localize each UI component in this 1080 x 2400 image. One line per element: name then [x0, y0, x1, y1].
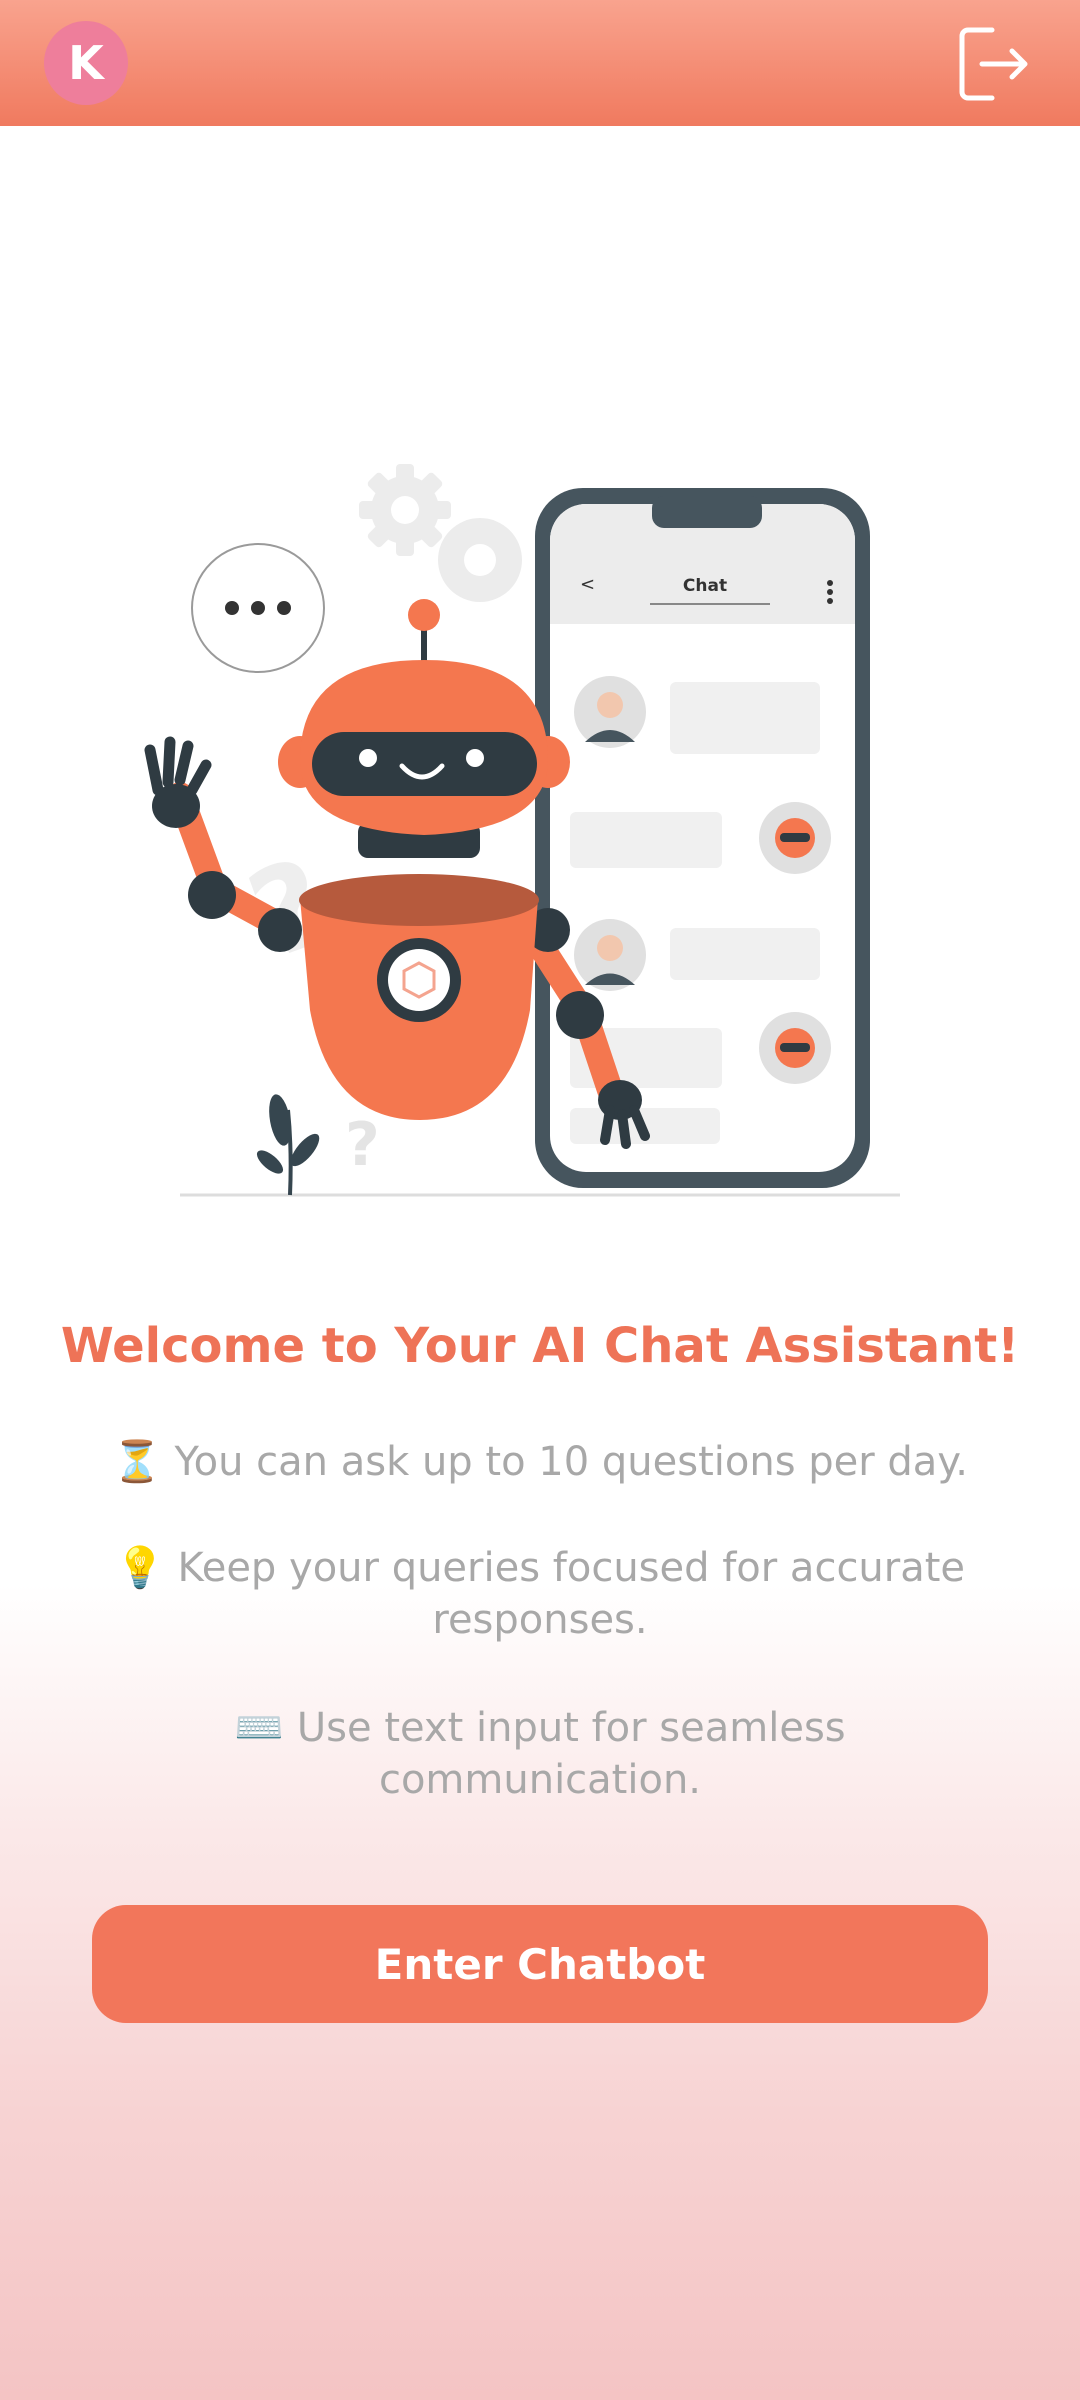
top-app-bar: K [0, 0, 1080, 126]
enter-chatbot-label: Enter Chatbot [374, 1939, 706, 1989]
tip-focused-queries: 💡 Keep your queries focused for accurate… [114, 1545, 966, 1643]
svg-text:Chat: Chat [683, 576, 727, 596]
logout-button[interactable] [952, 24, 1032, 104]
enter-chatbot-button[interactable]: Enter Chatbot [92, 1905, 988, 2023]
speech-bubble-icon [191, 543, 325, 673]
phone-mockup: < Chat [535, 488, 870, 1188]
user-avatar[interactable]: K [44, 21, 128, 105]
robot-chat-illustration: ? ? < Chat [144, 464, 900, 1197]
plant-icon [256, 1094, 320, 1196]
avatar-initial: K [68, 36, 104, 90]
tip-daily-limit: ⏳ You can ask up to 10 questions per day… [111, 1439, 969, 1485]
tip-text-input: ⌨️ Use text input for seamless communica… [234, 1705, 846, 1803]
gear-icon [359, 464, 451, 556]
svg-text:<: < [580, 574, 595, 595]
gear-icon [438, 518, 522, 602]
welcome-title: Welcome to Your AI Chat Assistant! [60, 1318, 1020, 1374]
logout-icon [959, 27, 1028, 101]
svg-text:?: ? [345, 1110, 380, 1180]
